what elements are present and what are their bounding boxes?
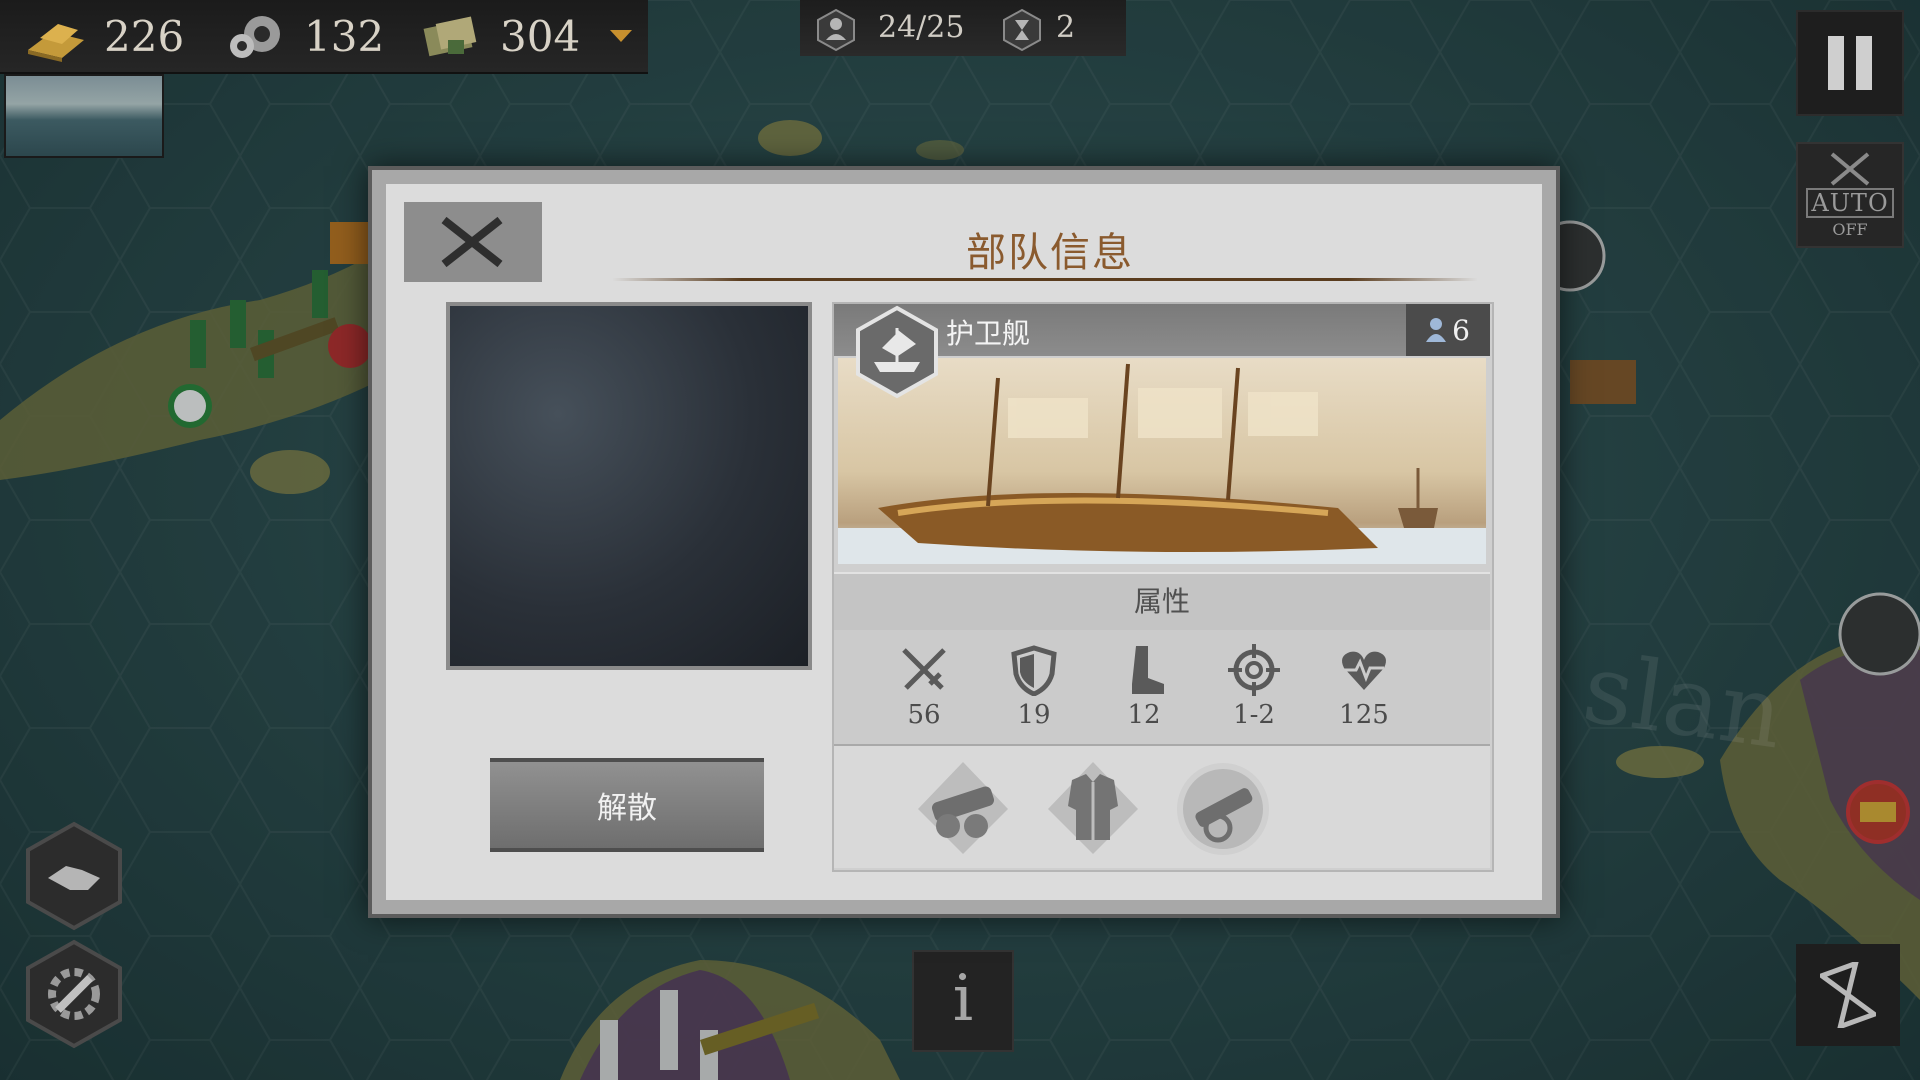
scroll-icon [423,16,477,57]
heart-icon [1342,651,1386,690]
stat-health: 125 [1314,644,1414,730]
resource-bar: 226 132 304 [0,0,648,74]
unit-count: 6 [1452,313,1470,347]
pause-icon [1828,36,1844,90]
shield-icon [1011,645,1057,696]
turn-status-bar: 24/25 2 [800,0,1126,56]
unit-card: 护卫舰 6 属性 56 19 12 1-2 125 [832,302,1494,872]
armor-skill-icon[interactable] [1044,760,1142,858]
hourglass-icon [1003,8,1041,52]
cannon-skill-icon[interactable] [914,760,1012,858]
stat-range: 1-2 [1204,644,1304,730]
resource-gold: 226 [22,8,184,64]
end-turn-button[interactable] [1796,944,1900,1046]
disband-button[interactable]: 解散 [490,758,764,852]
boot-icon [1132,646,1164,694]
health-value: 125 [1339,700,1389,730]
hourglass-icon [1820,962,1876,1028]
stat-movement: 12 [1094,644,1194,730]
unit-stats: 56 19 12 1-2 125 [834,630,1490,746]
movement-value: 12 [1127,700,1161,730]
minimap[interactable] [4,74,164,158]
stat-defense: 19 [984,644,1084,730]
range-value: 1-2 [1233,700,1275,730]
unit-count-badge: 6 [1406,304,1490,356]
title-divider [612,278,1478,281]
info-button[interactable]: i [912,950,1014,1052]
resource-command: 304 [418,8,580,64]
artillery-skill-icon[interactable] [1174,760,1272,858]
unit-capacity: 24/25 [878,10,965,45]
close-button[interactable] [404,202,542,282]
dialog-body: 部队信息 解散 护卫舰 6 属性 56 19 12 1-2 125 [386,184,1542,900]
attributes-header: 属性 [834,572,1490,632]
chevron-down-icon[interactable] [606,22,636,48]
wait-count: 2 [1056,10,1076,45]
unit-info-dialog: 部队信息 解散 护卫舰 6 属性 56 19 12 1-2 125 [368,166,1560,918]
gears-icon [230,16,280,58]
person-icon [1426,318,1447,342]
unit-name: 护卫舰 [946,317,1031,350]
command-value: 304 [500,11,581,61]
ship-icon [856,305,938,399]
pause-button[interactable] [1796,10,1904,116]
crossed-swords-icon [1830,152,1870,186]
resource-industry: 132 [222,8,384,64]
auto-state: OFF [1832,220,1868,239]
defense-value: 19 [1017,700,1051,730]
crossed-swords-icon [902,648,946,690]
crosshair-icon [1228,644,1280,696]
dialog-title: 部队信息 [966,230,1134,276]
auto-battle-button[interactable]: AUTO OFF [1796,142,1904,248]
commander-portrait [446,302,812,670]
close-icon [441,216,503,268]
gold-bars-icon [28,24,84,62]
info-label: i [952,962,974,1036]
diplomacy-button[interactable] [22,820,126,932]
settings-button[interactable] [22,938,126,1050]
gold-value: 226 [104,11,185,61]
stat-attack: 56 [874,644,974,730]
attack-value: 56 [907,700,941,730]
unit-skills [834,746,1490,868]
soldier-count-icon [817,8,855,52]
industry-value: 132 [304,11,385,61]
auto-label: AUTO [1806,188,1894,218]
